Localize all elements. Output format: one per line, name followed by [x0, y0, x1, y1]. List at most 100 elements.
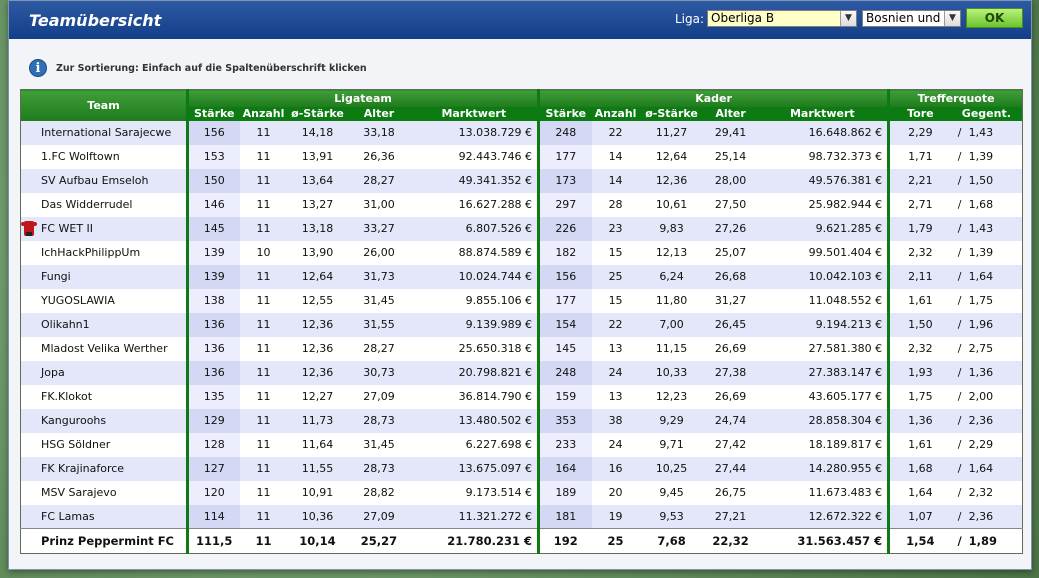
team-name-cell[interactable]: SV Aufbau Emseloh — [20, 168, 188, 193]
column-header-gegentore[interactable]: Gegent. — [950, 106, 1023, 121]
chevron-down-icon[interactable]: ▼ — [944, 11, 960, 26]
ok-button[interactable]: OK — [966, 8, 1023, 28]
team-name-cell[interactable]: FK Krajinaforce — [20, 456, 188, 481]
liga-cell-4: 10.024.744 € — [410, 264, 539, 289]
kader-cell-3: 26,69 — [703, 384, 758, 409]
gegentore-cell: / 1,39 — [950, 240, 1023, 265]
liga-cell-4: 9.139.989 € — [410, 312, 539, 337]
ratio-separator: / — [957, 174, 962, 187]
table-row[interactable]: HSG Söldner 128 11 11,64 31,45 6.227.698 €233… — [20, 432, 1023, 457]
liga-cell-2: 13,91 — [287, 144, 348, 169]
gegentore-cell: / 2,00 — [950, 384, 1023, 409]
team-name-cell[interactable]: HSG Söldner — [20, 432, 188, 457]
chevron-down-icon[interactable]: ▼ — [840, 11, 856, 26]
gegentore-value: 1,64 — [968, 462, 994, 475]
liga-cell-3: 27,09 — [347, 384, 411, 409]
team-name-cell[interactable]: FC Lamas — [20, 504, 188, 529]
team-name-cell[interactable]: FC WET II — [20, 216, 188, 241]
column-header-kader-avg-staerke[interactable]: ø-Stärke — [639, 106, 704, 121]
team-name-cell[interactable]: IchHackPhilippUm — [20, 240, 188, 265]
table-row[interactable]: MSV Sarajevo 120 11 10,91 28,82 9.173.514 €18… — [20, 480, 1023, 505]
kader-cell-2: 6,24 — [639, 264, 704, 289]
kader-cell-1: 13 — [591, 336, 640, 361]
table-row[interactable]: Das Widderrudel 146 11 13,27 31,00 16.627.288… — [20, 192, 1023, 217]
total-row[interactable]: Prinz Peppermint FC 111,5 11 10,14 25,27 21.7… — [20, 528, 1023, 554]
column-header-kader-anzahl[interactable]: Anzahl — [591, 106, 640, 121]
team-name-cell[interactable]: Fungi — [20, 264, 188, 289]
team-name-cell[interactable]: Mladost Velika Werther — [20, 336, 188, 361]
column-header-liga-anzahl[interactable]: Anzahl — [239, 106, 288, 121]
liga-cell-4: 11.321.272 € — [410, 504, 539, 529]
table-row[interactable]: FK Krajinaforce 127 11 11,55 28,73 13.675.097… — [20, 456, 1023, 481]
kader-cell-3: 27,21 — [703, 504, 758, 529]
table-row[interactable]: SV Aufbau Emseloh 150 11 13,64 28,27 49.341.3… — [20, 168, 1023, 193]
liga-cell-4: 88.874.589 € — [410, 240, 539, 265]
team-name-cell[interactable]: Olikahn1 — [20, 312, 188, 337]
team-name-cell[interactable]: YUGOSLAWIA — [20, 288, 188, 313]
table-row[interactable]: FC Lamas 114 11 10,36 27,09 11.321.272 €181 19… — [20, 504, 1023, 529]
tore-cell: 2,32 — [887, 240, 951, 265]
team-name-cell[interactable]: Das Widderrudel — [20, 192, 188, 217]
tore-cell: 1,54 — [887, 528, 951, 554]
column-header-kader-staerke[interactable]: Stärke — [537, 106, 592, 121]
ratio-separator: / — [957, 342, 962, 355]
team-name: SV Aufbau Emseloh — [41, 174, 149, 187]
kader-cell-0: 154 — [537, 312, 592, 337]
column-header-liga-marktwert[interactable]: Marktwert — [410, 106, 539, 121]
liga-cell-0: 145 — [186, 216, 240, 241]
table-row[interactable]: FC WET II 145 11 13,18 33,27 6.807.526 €226 23… — [20, 216, 1023, 241]
table-row[interactable]: Olikahn1 136 11 12,36 31,55 9.139.989 €154 22 7… — [20, 312, 1023, 337]
column-header-kader-alter[interactable]: Alter — [703, 106, 758, 121]
tore-cell: 2,71 — [887, 192, 951, 217]
column-header-liga-staerke[interactable]: Stärke — [186, 106, 240, 121]
kader-cell-1: 15 — [591, 240, 640, 265]
table-row[interactable]: Mladost Velika Werther 136 11 12,36 28,27 25.… — [20, 336, 1023, 361]
liga-select[interactable]: Oberliga B ▼ — [707, 10, 857, 27]
country-select[interactable]: Bosnien und ▼ — [862, 10, 961, 27]
column-header-kader-marktwert[interactable]: Marktwert — [757, 106, 889, 121]
kader-cell-1: 25 — [591, 528, 640, 554]
liga-select-value: Oberliga B — [711, 11, 775, 25]
table-row[interactable]: FK.Klokot 135 11 12,27 27,09 36.814.790 €159 1… — [20, 384, 1023, 409]
column-header-liga-avg-staerke[interactable]: ø-Stärke — [287, 106, 348, 121]
team-name-cell[interactable]: Kanguroohs — [20, 408, 188, 433]
table-row[interactable]: IchHackPhilippUm 139 10 13,90 26,00 88.874.58… — [20, 240, 1023, 265]
team-name-cell[interactable]: Jopa — [20, 360, 188, 385]
liga-cell-0: 135 — [186, 384, 240, 409]
team-name-cell[interactable]: 1.FC Wolftown — [20, 144, 188, 169]
liga-cell-1: 10 — [239, 240, 288, 265]
liga-cell-3: 33,18 — [347, 120, 411, 145]
window-title: Teamübersicht — [29, 10, 162, 30]
kader-cell-0: 164 — [537, 456, 592, 481]
kader-cell-4: 11.048.552 € — [757, 288, 889, 313]
table-row[interactable]: International Sarajecwe 156 11 14,18 33,18 13… — [20, 120, 1023, 145]
table-row[interactable]: Kanguroohs 129 11 11,73 28,73 13.480.502 €353… — [20, 408, 1023, 433]
column-header-tore[interactable]: Tore — [887, 106, 951, 121]
team-name-cell[interactable]: International Sarajecwe — [20, 120, 188, 145]
kader-cell-0: 353 — [537, 408, 592, 433]
kader-cell-2: 9,83 — [639, 216, 704, 241]
column-header-team[interactable]: Team — [20, 89, 188, 121]
team-name: IchHackPhilippUm — [41, 246, 141, 259]
team-name: Fungi — [41, 270, 71, 283]
liga-cell-3: 28,73 — [347, 408, 411, 433]
tore-cell: 2,32 — [887, 336, 951, 361]
team-name-cell[interactable]: MSV Sarajevo — [20, 480, 188, 505]
kader-cell-1: 14 — [591, 168, 640, 193]
liga-label: Liga: — [675, 12, 705, 26]
team-name-cell[interactable]: FK.Klokot — [20, 384, 188, 409]
table-row[interactable]: Jopa 136 11 12,36 30,73 20.798.821 €248 24 10,3… — [20, 360, 1023, 385]
table-row[interactable]: 1.FC Wolftown 153 11 13,91 26,36 92.443.746 €… — [20, 144, 1023, 169]
liga-cell-3: 33,27 — [347, 216, 411, 241]
group-header-kader: Kader — [537, 89, 889, 107]
liga-cell-1: 11 — [239, 216, 288, 241]
table-row[interactable]: YUGOSLAWIA 138 11 12,55 31,45 9.855.106 €177 1… — [20, 288, 1023, 313]
table-row[interactable]: Fungi 139 11 12,64 31,73 10.024.744 €156 25 6,2… — [20, 264, 1023, 289]
ratio-separator: / — [957, 270, 962, 283]
kader-cell-4: 27.581.380 € — [757, 336, 889, 361]
column-header-liga-alter[interactable]: Alter — [347, 106, 411, 121]
team-name-cell[interactable]: Prinz Peppermint FC — [20, 528, 188, 554]
liga-cell-1: 11 — [239, 120, 288, 145]
liga-cell-2: 13,90 — [287, 240, 348, 265]
liga-cell-4: 25.650.318 € — [410, 336, 539, 361]
